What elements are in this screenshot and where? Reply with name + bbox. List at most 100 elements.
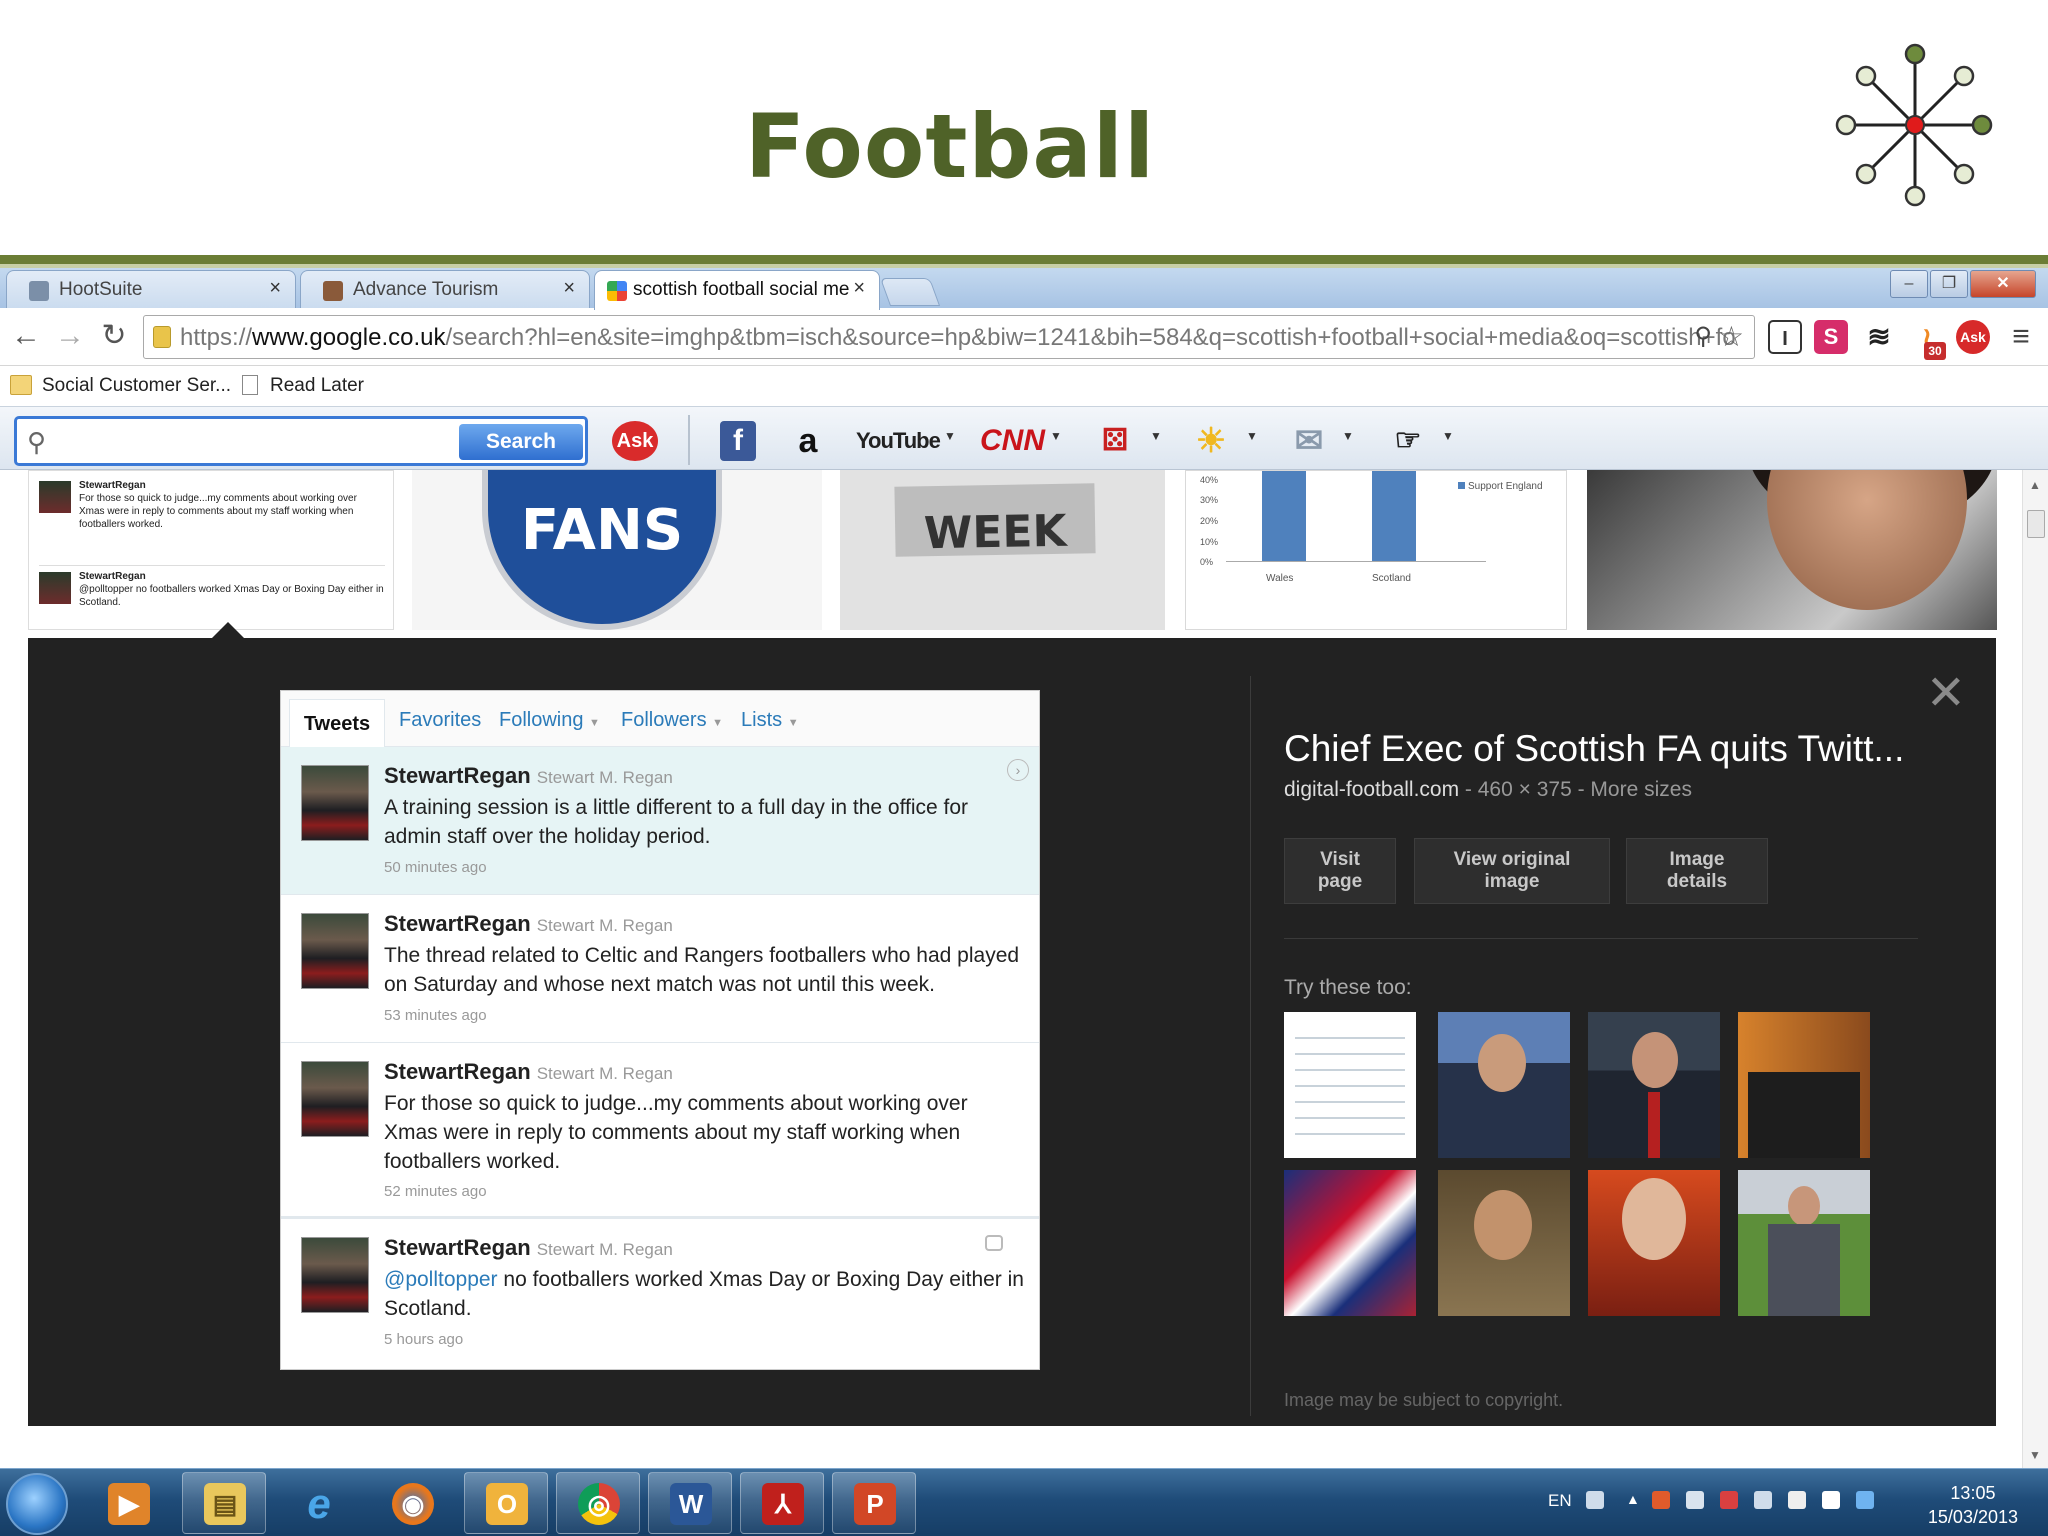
youtube-icon[interactable]: YouTube — [856, 421, 941, 461]
preview-pointer — [212, 622, 244, 638]
minimize-button[interactable]: – — [1890, 270, 1928, 298]
mail-envelope-icon[interactable]: ✉ — [1286, 421, 1332, 461]
taskbar-ie[interactable]: e — [276, 1472, 360, 1534]
avatar — [301, 1237, 369, 1313]
scroll-down-icon[interactable]: ▼ — [2029, 1448, 2041, 1462]
toolbar-search-button[interactable]: Search — [459, 424, 583, 460]
tab-google-images[interactable]: scottish football social me × — [594, 270, 880, 310]
chevron-down-icon[interactable]: ▼ — [1442, 429, 1454, 443]
tab-hootsuite[interactable]: HootSuite × — [6, 270, 296, 308]
scroll-up-icon[interactable]: ▲ — [2029, 478, 2041, 492]
tab-label: Advance Tourism — [353, 279, 499, 300]
alert-icon[interactable] — [1652, 1491, 1670, 1509]
facebook-icon[interactable]: f — [720, 421, 756, 461]
start-button[interactable] — [6, 1473, 68, 1535]
related-image-fans-flag[interactable] — [1284, 1170, 1416, 1316]
taskbar-word[interactable]: W — [648, 1472, 732, 1534]
taskbar-acrobat[interactable]: ⅄ — [740, 1472, 824, 1534]
show-hidden-icons-icon[interactable]: ▲ — [1626, 1491, 1640, 1507]
tab-following: Following ▼ — [499, 709, 600, 732]
taskbar-media-player[interactable]: ▶ — [86, 1472, 170, 1534]
tab-advance-tourism[interactable]: Advance Tourism × — [300, 270, 590, 308]
zoom-search-icon[interactable]: ⚲ — [1694, 322, 1712, 351]
ext-s-icon[interactable]: S — [1814, 320, 1848, 354]
word-icon: W — [670, 1483, 712, 1525]
chevron-down-icon[interactable]: ▼ — [1246, 429, 1258, 443]
buffer-stack-icon[interactable]: ≋ — [1862, 320, 1896, 354]
reload-icon[interactable]: ↻ — [94, 316, 134, 356]
ask-extension-icon[interactable]: Ask — [1956, 320, 1990, 354]
related-image-regan-1[interactable] — [1438, 1012, 1570, 1158]
security-icon[interactable] — [1720, 1491, 1738, 1509]
tweet-text: The thread related to Celtic and Rangers… — [384, 944, 1020, 996]
result-thumbnail-woman-reading[interactable] — [1587, 470, 1997, 630]
new-tab-button[interactable] — [879, 278, 941, 306]
result-thumbnail-fans[interactable]: FANS — [412, 470, 822, 630]
close-tab-icon[interactable]: × — [853, 277, 865, 300]
network-signal-icon[interactable] — [1822, 1491, 1840, 1509]
chevron-down-icon[interactable]: ▼ — [1342, 429, 1354, 443]
related-image-regan-4[interactable] — [1588, 1170, 1720, 1316]
avatar — [301, 765, 369, 841]
related-image-regan-2[interactable] — [1588, 1012, 1720, 1158]
result-thumbnail-media-week[interactable]: WEEK — [840, 470, 1165, 630]
tweet-handle: Stewart M. Regan — [536, 916, 673, 935]
chevron-down-icon[interactable]: ▼ — [1050, 429, 1062, 443]
result-thumbnail-tweets[interactable]: StewartRegan For those so quick to judge… — [28, 470, 394, 630]
dice-games-icon[interactable]: ⚄ — [1090, 421, 1140, 461]
close-tab-icon[interactable]: × — [563, 277, 575, 300]
result-thumbnail-chart[interactable]: 40% 30% 20% 10% 0% Wales Scotland Suppor… — [1185, 470, 1567, 630]
photo-tie — [1648, 1092, 1660, 1158]
ask-icon[interactable]: Ask — [612, 421, 658, 461]
bookmark-star-icon[interactable]: ☆ — [1719, 320, 1744, 353]
address-bar[interactable]: https://www.google.co.uk/search?hl=en&si… — [143, 315, 1755, 359]
taskbar-firefox[interactable]: ◉ — [370, 1472, 454, 1534]
chart-x-label: Wales — [1266, 573, 1294, 584]
taskbar-powerpoint[interactable]: P — [832, 1472, 916, 1534]
keyboard-icon[interactable] — [1586, 1491, 1604, 1509]
bookmark-social-customer[interactable]: Social Customer Ser... — [10, 375, 231, 397]
forward-arrow-icon[interactable]: → — [50, 316, 90, 356]
dictionary-hand-icon[interactable]: ☞ — [1380, 421, 1436, 461]
chrome-menu-icon[interactable]: ≡ — [2004, 320, 2038, 354]
restore-button[interactable]: ❐ — [1930, 270, 1968, 298]
instapaper-icon[interactable]: I — [1768, 320, 1802, 354]
url-scheme: https:// — [180, 324, 253, 351]
dropbox-icon[interactable] — [1856, 1491, 1874, 1509]
chevron-down-icon[interactable]: ▼ — [944, 429, 956, 443]
amazon-icon[interactable]: a — [790, 421, 826, 461]
chevron-down-icon[interactable]: ▼ — [1150, 429, 1162, 443]
advance-tourism-favicon-icon — [323, 281, 343, 301]
taskbar-chrome[interactable]: ◎ — [556, 1472, 640, 1534]
volume-icon[interactable] — [1686, 1491, 1704, 1509]
reply-icon — [985, 1235, 1003, 1251]
scrollbar-thumb[interactable] — [2027, 510, 2045, 538]
device-icon[interactable] — [1754, 1491, 1772, 1509]
related-image-regan-3[interactable] — [1438, 1170, 1570, 1316]
language-indicator[interactable]: EN — [1548, 1491, 1572, 1511]
result-title[interactable]: Chief Exec of Scottish FA quits Twitt... — [1284, 728, 1904, 770]
flag-icon[interactable] — [1788, 1491, 1806, 1509]
visit-page-button[interactable]: Visit page — [1284, 838, 1396, 904]
image-details-button[interactable]: Image details — [1626, 838, 1768, 904]
vertical-scrollbar[interactable]: ▲ ▼ — [2022, 470, 2048, 1468]
related-image-tweets[interactable] — [1284, 1012, 1416, 1158]
toolbar-search-box[interactable]: ⚲ Search — [14, 416, 588, 466]
taskbar-outlook[interactable]: O — [464, 1472, 548, 1534]
close-tab-icon[interactable]: × — [269, 277, 281, 300]
close-window-button[interactable]: ✕ — [1970, 270, 2036, 298]
button-label-line: View original — [1453, 849, 1571, 870]
taskbar-explorer[interactable]: ▤ — [182, 1472, 266, 1534]
related-image-group[interactable] — [1738, 1012, 1870, 1158]
close-icon[interactable]: ✕ — [1926, 670, 1966, 718]
clock[interactable]: 13:05 15/03/2013 — [1928, 1481, 2018, 1529]
result-source-link[interactable]: digital-football.com — [1284, 778, 1459, 801]
related-image-pitch[interactable] — [1738, 1170, 1870, 1316]
preview-image-twitter[interactable]: Tweets Favorites Following ▼ Followers ▼… — [280, 690, 1040, 1370]
bookmark-read-later[interactable]: Read Later — [238, 375, 364, 397]
tweet-name: StewartRegan — [384, 1235, 531, 1260]
back-arrow-icon[interactable]: ← — [6, 316, 46, 356]
weather-sun-icon[interactable]: ☀ — [1186, 421, 1236, 461]
view-original-image-button[interactable]: View original image — [1414, 838, 1610, 904]
cnn-icon[interactable]: CNN — [980, 421, 1045, 461]
